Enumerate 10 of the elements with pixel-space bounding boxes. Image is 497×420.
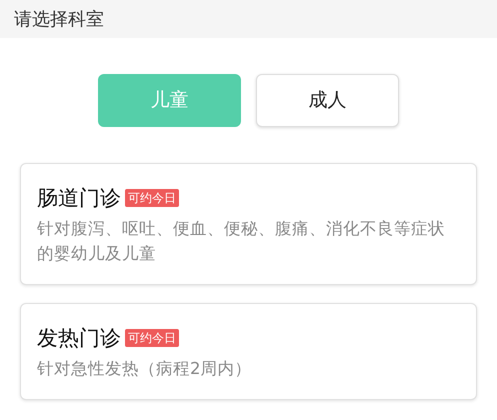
page-title: 请选择科室 — [14, 8, 104, 32]
department-name: 肠道门诊 — [37, 185, 121, 212]
department-description: 针对急性发热（病程2周内） — [37, 358, 252, 380]
department-description: 针对腹泻、呕吐、便血、便秘、腹痛、消化不良等症状的婴幼儿及儿童 — [37, 218, 446, 265]
category-tab[interactable]: 成人 — [256, 74, 399, 127]
department-card[interactable]: 肠道门诊 可约今日 针对腹泻、呕吐、便血、便秘、腹痛、消化不良等症状的婴幼儿及儿童 — [20, 163, 477, 285]
availability-badge: 可约今日 — [125, 189, 179, 207]
availability-badge: 可约今日 — [125, 329, 179, 347]
department-name: 发热门诊 — [37, 325, 121, 352]
department-card[interactable]: 发热门诊 可约今日 针对急性发热（病程2周内） — [20, 303, 477, 400]
